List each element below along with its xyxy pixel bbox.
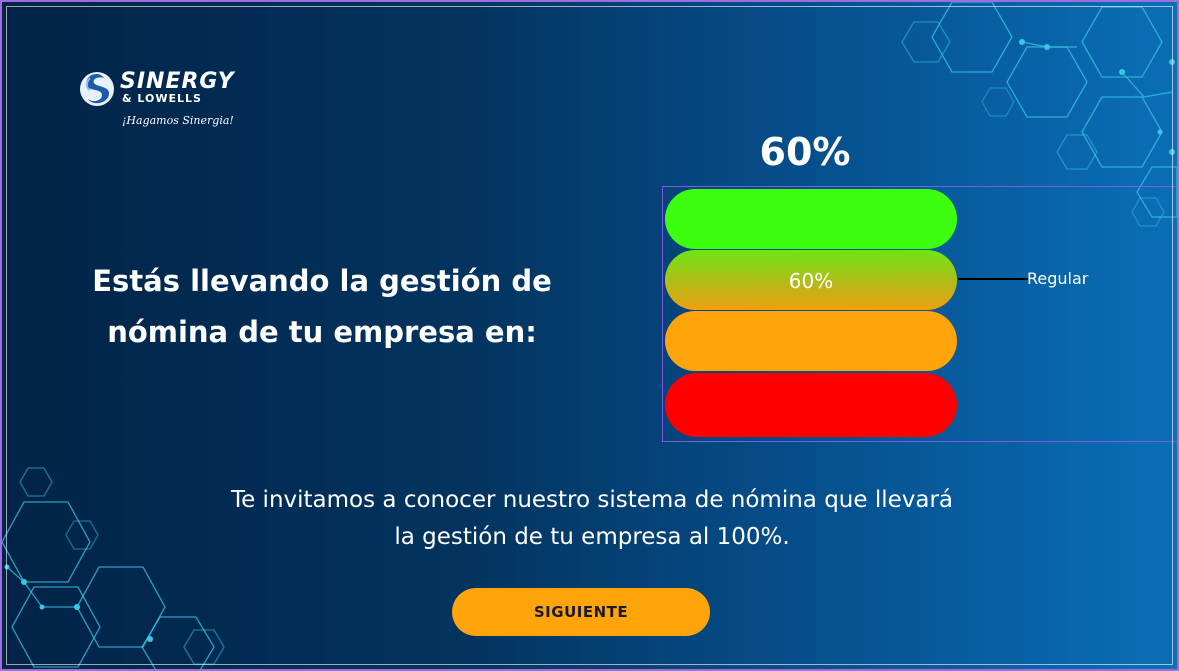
invite-line-2: la gestión de tu empresa al 100%. — [394, 524, 790, 550]
gauge-bar-red — [665, 373, 957, 437]
result-headline: Estás llevando la gestión de nómina de t… — [32, 256, 612, 358]
level-pointer-line — [958, 278, 1028, 280]
result-percentage: 60% — [759, 130, 851, 174]
slide-frame: SINERGY & LOWELLS ¡Hagamos Sinergia! Est… — [0, 0, 1179, 671]
gauge-bar-green — [665, 189, 957, 249]
gauge-bar-orange — [665, 311, 957, 371]
invite-message: Te invitamos a conocer nuestro sistema d… — [142, 482, 1042, 556]
headline-line-1: Estás llevando la gestión de — [92, 264, 552, 298]
brand-name: SINERGY — [120, 69, 235, 94]
brand-subname: & LOWELLS — [122, 92, 202, 105]
invite-line-1: Te invitamos a conocer nuestro sistema d… — [230, 487, 954, 513]
headline-line-2: nómina de tu empresa en: — [107, 315, 537, 349]
gauge-bar-percentage: 60% — [788, 269, 834, 293]
level-gauge: 60% Regular — [662, 186, 1177, 442]
next-button[interactable]: SIGUIENTE — [452, 588, 710, 636]
swirl-logo-icon — [80, 72, 114, 106]
gauge-bar-yellow-current: 60% — [665, 250, 957, 310]
brand-tagline: ¡Hagamos Sinergia! — [122, 114, 234, 127]
level-label: Regular — [1027, 269, 1089, 288]
brand-logo: SINERGY & LOWELLS ¡Hagamos Sinergia! — [78, 68, 278, 132]
